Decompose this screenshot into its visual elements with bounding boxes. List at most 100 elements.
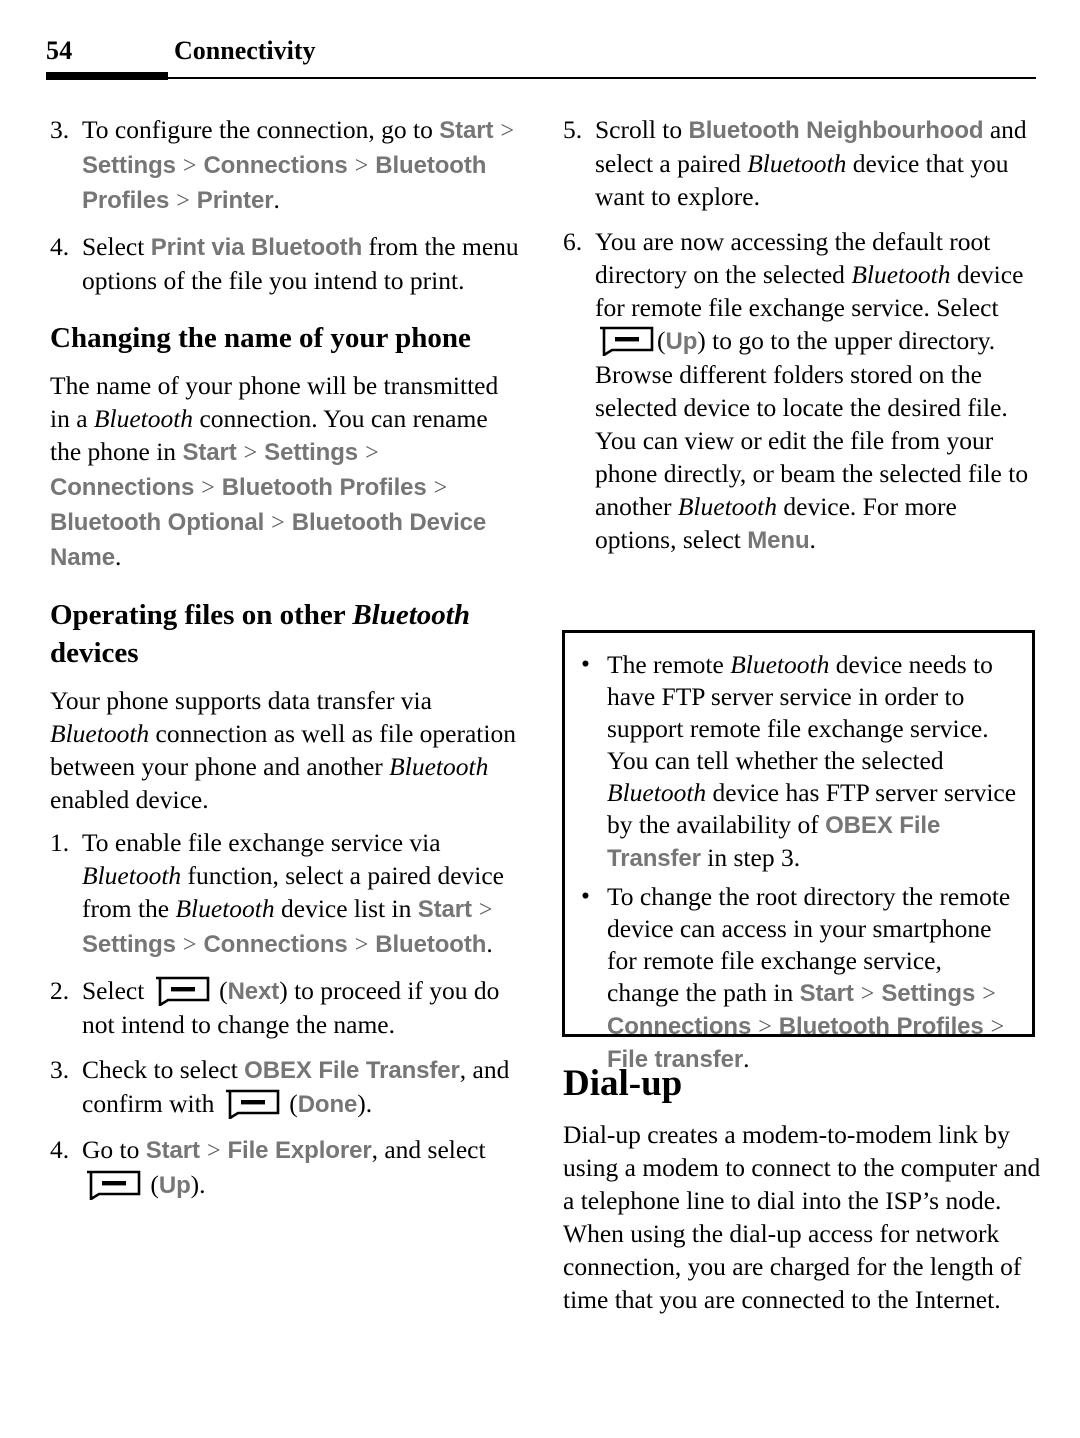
list-item: 4. Go to Start > File Explorer, and selec… <box>50 1133 520 1202</box>
list-item-number: 5. <box>563 115 583 144</box>
list-item: 6. You are now accessing the default root… <box>563 225 1033 557</box>
path-separator: > <box>265 510 291 536</box>
text-fragment: enabled device. <box>50 785 209 814</box>
ui-path-start: Start <box>799 980 854 1007</box>
dialup-section: Dial-up Dial-up creates a modem-to-modem… <box>563 1052 1043 1326</box>
text-fragment: ( <box>212 976 228 1005</box>
list-item: • The remote Bluetooth device needs to ha… <box>577 649 1020 875</box>
text-fragment: device list in <box>274 894 418 923</box>
ui-path-bluetooth: Bluetooth <box>375 931 487 958</box>
bullet-icon: • <box>581 881 590 910</box>
text-fragment: , and select <box>371 1135 486 1164</box>
italic-bluetooth: Bluetooth <box>747 149 847 178</box>
list-item-text: To configure the connection, go to <box>82 115 440 144</box>
paragraph-changing-name: The name of your phone will be transmitt… <box>50 369 520 574</box>
text-fragment: To enable file exchange service via <box>82 828 441 857</box>
italic-bluetooth: Bluetooth <box>352 599 470 631</box>
italic-bluetooth: Bluetooth <box>175 894 275 923</box>
ui-path-start: Start <box>417 896 472 923</box>
text-fragment: Select <box>82 976 151 1005</box>
text-fragment: ) <box>279 976 288 1005</box>
ui-path-bluetooth-optional: Bluetooth Optional <box>50 509 265 536</box>
list-item: 5. Scroll to Bluetooth Neighbourhood and … <box>563 113 1033 213</box>
list-item: 4. Select Print via Bluetooth from the me… <box>50 230 520 297</box>
list-item: 3. Check to select OBEX File Transfer, an… <box>50 1053 520 1121</box>
path-separator: > <box>359 440 379 466</box>
heading-changing-name: Changing the name of your phone <box>50 322 471 354</box>
ui-term-print-via-bluetooth: Print via Bluetooth <box>150 234 363 261</box>
path-separator: > <box>976 981 996 1007</box>
ui-term-up: Up <box>665 328 698 355</box>
paragraph-dialup: Dial-up creates a modem-to-modem link by… <box>563 1120 1041 1314</box>
right-column: 5. Scroll to Bluetooth Neighbourhood and … <box>563 113 1033 569</box>
header-rule-thick <box>46 72 168 80</box>
note-bullet-list: • The remote Bluetooth device needs to ha… <box>577 649 1020 1076</box>
text-fragment: The remote <box>607 650 731 679</box>
text-fragment: ( <box>144 1170 159 1199</box>
heading-part: devices <box>50 637 139 669</box>
text-fragment: Your phone supports data transfer via <box>50 686 432 715</box>
list-item-text-end: . <box>273 185 280 214</box>
path-separator: > <box>427 475 448 501</box>
italic-bluetooth: Bluetooth <box>730 650 830 679</box>
ui-path-connections: Connections <box>50 474 195 501</box>
softkey-icon <box>598 326 654 356</box>
printer-steps-list: 3. To configure the connection, go to Sta… <box>50 113 520 297</box>
path-separator: > <box>170 188 196 214</box>
italic-bluetooth: Bluetooth <box>389 752 489 781</box>
ui-path-connections: Connections <box>607 1013 752 1040</box>
ui-path-bluetooth-profiles: Bluetooth Profiles <box>221 474 427 501</box>
path-separator: > <box>195 475 221 501</box>
heading-dialup: Dial-up <box>563 1063 683 1104</box>
softkey-icon <box>85 1170 141 1200</box>
path-separator: > <box>472 897 493 923</box>
path-separator: > <box>348 932 375 958</box>
list-item: 3. To configure the connection, go to Sta… <box>50 113 520 218</box>
page-header: 54 Connectivity <box>46 36 1036 82</box>
file-steps-list: 1. To enable file exchange service via Bl… <box>50 826 520 1202</box>
bullet-icon: • <box>581 649 590 678</box>
text-fragment: ( <box>657 326 666 355</box>
ui-path-printer: Printer <box>196 187 274 214</box>
text-fragment: . <box>809 525 816 554</box>
ui-term-bluetooth-neighbourhood: Bluetooth Neighbourhood <box>688 117 984 144</box>
text-fragment: in step 3. <box>700 843 801 872</box>
path-separator: > <box>200 1138 227 1164</box>
text-fragment: ( <box>282 1089 298 1118</box>
text-fragment: to go to the upper directory. <box>705 326 996 355</box>
list-item: 2. Select (Next) to proceed if you do not… <box>50 974 520 1041</box>
path-separator: > <box>176 153 203 179</box>
paragraph-operating-files: Your phone supports data transfer via Bl… <box>50 684 520 816</box>
italic-bluetooth: Bluetooth <box>851 260 951 289</box>
ui-path-settings: Settings <box>881 980 976 1007</box>
ui-term-up: Up <box>158 1172 191 1199</box>
ui-path-start: Start <box>145 1137 200 1164</box>
list-item: 1. To enable file exchange service via Bl… <box>50 826 520 962</box>
italic-bluetooth: Bluetooth <box>50 719 150 748</box>
path-separator: > <box>854 981 881 1007</box>
softkey-icon <box>224 1089 280 1119</box>
heading-operating-files: Operating files on other Bluetooth devic… <box>50 596 520 672</box>
list-item-number: 1. <box>50 828 70 857</box>
ui-term-menu: Menu <box>747 527 810 554</box>
text-fragment: . <box>365 1089 373 1118</box>
ui-path-settings: Settings <box>82 931 176 958</box>
ui-path-start: Start <box>439 117 494 144</box>
list-item-number: 6. <box>563 227 583 256</box>
path-separator: > <box>176 932 203 958</box>
chapter-title: Connectivity <box>174 36 316 65</box>
ui-path-connections: Connections <box>203 152 348 179</box>
right-steps-list: 5. Scroll to Bluetooth Neighbourhood and … <box>563 113 1033 557</box>
list-item-number: 4. <box>50 1135 70 1164</box>
italic-bluetooth: Bluetooth <box>677 492 777 521</box>
italic-bluetooth: Bluetooth <box>607 778 707 807</box>
text-fragment: Go to <box>82 1135 146 1164</box>
ui-path-bluetooth-profiles: Bluetooth Profiles <box>778 1013 984 1040</box>
list-item: • To change the root directory the remote… <box>577 881 1020 1076</box>
page-number: 54 <box>46 36 73 65</box>
left-column: 3. To configure the connection, go to Sta… <box>50 113 520 1214</box>
ui-term-done: Done <box>297 1091 358 1118</box>
text-fragment: Scroll to <box>595 115 689 144</box>
list-item-number: 3. <box>50 115 70 144</box>
text-fragment: ) <box>190 1170 200 1199</box>
